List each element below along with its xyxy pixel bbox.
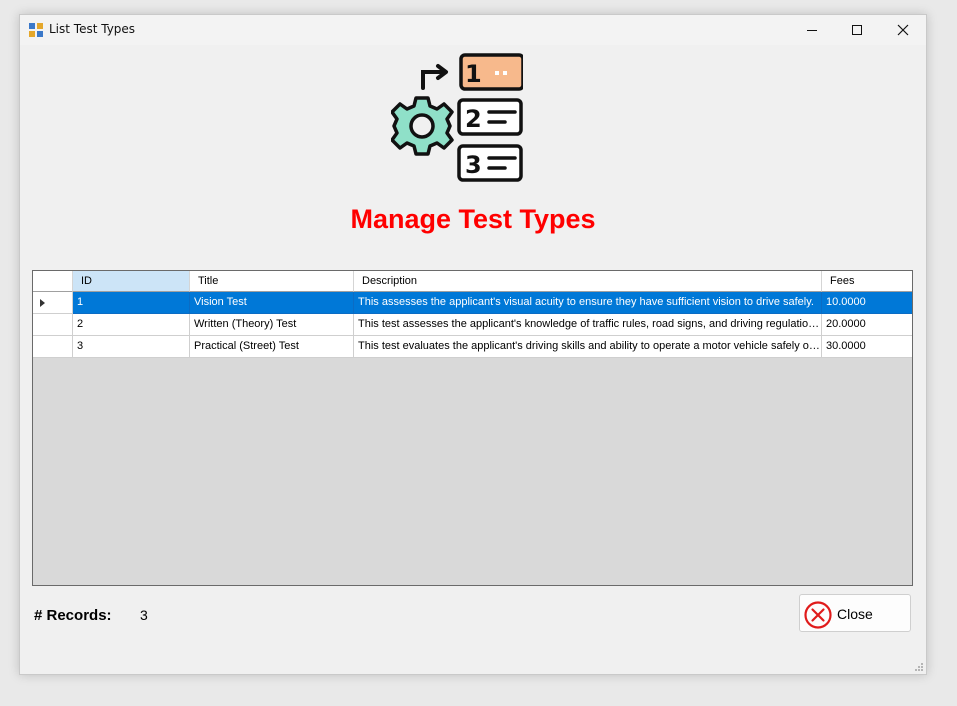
test-types-list-icon: 1 2 3	[391, 53, 523, 182]
maximize-button[interactable]	[834, 15, 880, 45]
svg-text:3: 3	[465, 151, 482, 179]
row-header[interactable]	[33, 292, 73, 314]
table-row[interactable]: 2 Written (Theory) Test This test assess…	[33, 314, 912, 336]
cell-fees[interactable]: 10.0000	[822, 292, 912, 314]
minimize-icon	[807, 30, 817, 31]
row-header[interactable]	[33, 314, 73, 336]
row-header-corner	[33, 271, 73, 292]
current-row-arrow-icon	[40, 299, 45, 307]
close-circle-icon	[804, 601, 832, 629]
list-test-types-window: List Test Types 1 2 3 Manage Test Types …	[19, 14, 927, 675]
cell-description[interactable]: This test evaluates the applicant's driv…	[354, 336, 822, 358]
cell-id[interactable]: 3	[73, 336, 190, 358]
records-count-label: # Records:	[34, 607, 112, 624]
cell-id[interactable]: 2	[73, 314, 190, 336]
svg-text:2: 2	[465, 105, 482, 133]
grid-header-row: ID Title Description Fees	[33, 271, 912, 292]
svg-text:1: 1	[465, 60, 482, 88]
cell-fees[interactable]: 20.0000	[822, 314, 912, 336]
resize-grip-icon[interactable]	[914, 662, 924, 672]
window-title: List Test Types	[49, 22, 136, 36]
close-button-label: Close	[837, 606, 873, 622]
row-header[interactable]	[33, 336, 73, 358]
cell-description[interactable]: This assesses the applicant's visual acu…	[354, 292, 822, 314]
title-bar[interactable]: List Test Types	[20, 15, 926, 45]
cell-title[interactable]: Vision Test	[190, 292, 354, 314]
records-count-value: 3	[140, 607, 148, 623]
column-header-id[interactable]: ID	[73, 271, 190, 292]
maximize-icon	[852, 25, 862, 35]
cell-title[interactable]: Practical (Street) Test	[190, 336, 354, 358]
app-icon	[29, 23, 43, 37]
table-row[interactable]: 1 Vision Test This assesses the applican…	[33, 292, 912, 314]
close-button[interactable]: Close	[799, 594, 911, 632]
column-header-fees[interactable]: Fees	[822, 271, 912, 292]
window-close-button[interactable]	[880, 15, 926, 45]
column-header-title[interactable]: Title	[190, 271, 354, 292]
table-row[interactable]: 3 Practical (Street) Test This test eval…	[33, 336, 912, 358]
page-title: Manage Test Types	[350, 204, 596, 234]
minimize-button[interactable]	[789, 15, 835, 45]
column-header-description[interactable]: Description	[354, 271, 822, 292]
window-close-icon	[897, 24, 909, 36]
cell-title[interactable]: Written (Theory) Test	[190, 314, 354, 336]
test-types-grid[interactable]: ID Title Description Fees 1 Vision Test …	[32, 270, 913, 586]
cell-id[interactable]: 1	[73, 292, 190, 314]
cell-fees[interactable]: 30.0000	[822, 336, 912, 358]
cell-description[interactable]: This test assesses the applicant's knowl…	[354, 314, 822, 336]
